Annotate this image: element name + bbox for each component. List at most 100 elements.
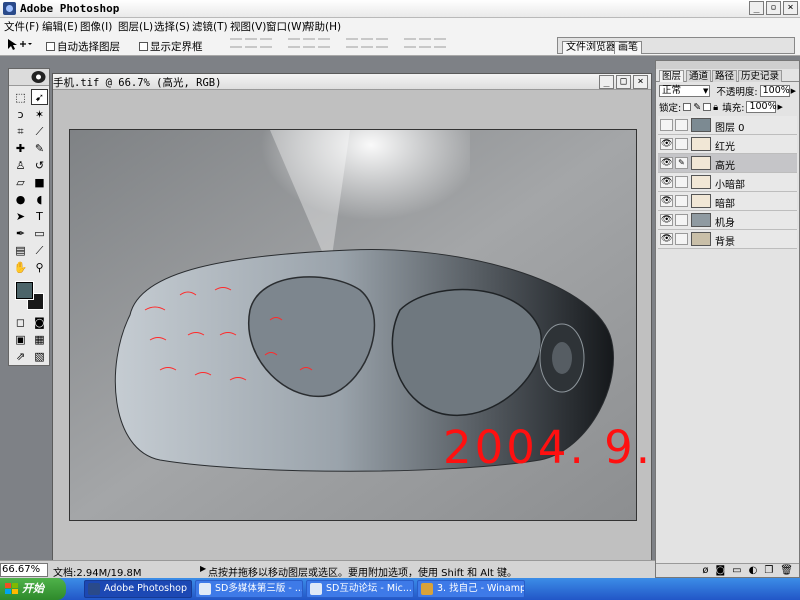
jump-to-imageready-icon[interactable]: ⇗ [12, 348, 29, 364]
imageready-icon[interactable]: ▧ [31, 348, 48, 364]
minimize-button[interactable]: _ [749, 1, 764, 15]
clone-stamp-tool-icon[interactable]: ♙ [12, 157, 29, 173]
layer-row[interactable]: 👁︎ 小暗部 [658, 173, 797, 192]
lock-all-icon[interactable]: 🔒︎ [713, 102, 718, 113]
distribute-top-icon[interactable] [346, 38, 358, 48]
restore-button[interactable]: ▫ [766, 1, 781, 15]
app-title-bar[interactable]: Adobe Photoshop _ ▫ × [0, 0, 800, 18]
taskbar-item-browser-1[interactable]: SD多媒体第三版 - ... [195, 580, 303, 598]
lock-image-icon[interactable]: ✎ [693, 102, 701, 113]
doc-maximize-button[interactable]: □ [616, 75, 631, 89]
trash-icon[interactable]: 🗑︎ [780, 564, 793, 577]
menu-help[interactable]: 帮助(H) [304, 19, 341, 34]
brush-tool-icon[interactable]: ✎ [31, 140, 48, 156]
dodge-tool-icon[interactable]: ◖ [31, 191, 48, 207]
adobe-eye-icon[interactable] [31, 70, 46, 84]
pen-tool-icon[interactable]: ✒ [12, 225, 29, 241]
lasso-tool-icon[interactable]: ↄ [12, 106, 29, 122]
opacity-input[interactable]: 100% [759, 85, 790, 97]
visibility-toggle[interactable] [660, 119, 673, 131]
align-left-icon[interactable] [288, 38, 300, 48]
layers-panel-header[interactable] [656, 61, 799, 69]
start-button[interactable]: 开始 [0, 578, 66, 600]
eye-icon[interactable]: 👁︎ [660, 214, 673, 226]
taskbar-item-photoshop[interactable]: Adobe Photoshop [84, 580, 192, 598]
menu-image[interactable]: 图像(I) [80, 19, 112, 34]
toolbox-header[interactable] [9, 69, 49, 86]
eye-icon[interactable]: 👁︎ [660, 195, 673, 207]
screen-mode-icon[interactable]: ▣ [12, 331, 29, 347]
layer-link-toggle[interactable] [675, 214, 688, 226]
fill-input[interactable]: 100% [746, 101, 777, 113]
align-top-icon[interactable] [230, 38, 242, 48]
zoom-tool-icon[interactable]: ⚲ [31, 259, 48, 275]
menu-edit[interactable]: 编辑(E) [42, 19, 78, 34]
path-selection-tool-icon[interactable]: ➤ [12, 208, 29, 224]
healing-brush-tool-icon[interactable]: ✚ [12, 140, 29, 156]
align-right-icon[interactable] [318, 38, 330, 48]
menu-select[interactable]: 选择(S) [154, 19, 190, 34]
distribute-center-icon[interactable] [419, 38, 431, 48]
chevron-right-icon[interactable]: ▶ [791, 87, 796, 95]
foreground-color-swatch[interactable] [15, 281, 34, 300]
show-bounding-box-checkbox[interactable]: 显示定界框 [139, 39, 203, 54]
standard-mode-icon[interactable]: ◻ [12, 314, 29, 330]
layer-link-toggle[interactable] [675, 233, 688, 245]
tab-paths[interactable]: 路径 [712, 70, 738, 82]
blur-tool-icon[interactable]: ● [12, 191, 29, 207]
layer-style-icon[interactable]: ø [702, 564, 708, 577]
distribute-right-icon[interactable] [434, 38, 446, 48]
layer-set-icon[interactable]: ▭ [732, 564, 741, 577]
doc-close-button[interactable]: × [633, 75, 648, 89]
eye-icon[interactable]: 👁︎ [660, 176, 673, 188]
align-bottom-icon[interactable] [260, 38, 272, 48]
move-tool-icon[interactable]: ➹ [31, 89, 48, 105]
distribute-middle-icon[interactable] [361, 38, 373, 48]
adjustment-layer-icon[interactable]: ◐ [749, 564, 758, 577]
slice-tool-icon[interactable]: ⟋ [31, 123, 48, 139]
layer-row[interactable]: 图层 0 [658, 116, 797, 135]
align-center-icon[interactable] [303, 38, 315, 48]
distribute-left-icon[interactable] [404, 38, 416, 48]
menu-file[interactable]: 文件(F) [4, 19, 39, 34]
layer-row[interactable]: 👁︎ 背景 [658, 230, 797, 249]
eye-icon[interactable]: 👁︎ [660, 157, 673, 169]
document-title-bar[interactable]: 手机.tif @ 66.7% (高光, RGB) _ □ × [53, 74, 651, 90]
layer-link-toggle[interactable] [675, 195, 688, 207]
type-tool-icon[interactable]: T [31, 208, 48, 224]
layer-link-toggle[interactable] [675, 138, 688, 150]
full-screen-mode-icon[interactable]: ▦ [31, 331, 48, 347]
notes-tool-icon[interactable]: ▤ [12, 242, 29, 258]
crop-tool-icon[interactable]: ⌗ [12, 123, 29, 139]
eraser-tool-icon[interactable]: ▱ [12, 174, 29, 190]
layer-row[interactable]: 👁︎ 红光 [658, 135, 797, 154]
lock-transparent-checkbox[interactable] [683, 103, 692, 111]
layer-mask-icon[interactable]: ◙ [715, 564, 725, 577]
doc-size-info[interactable]: 文档:2.94M/19.8M [53, 564, 142, 579]
eyedropper-tool-icon[interactable]: ⟋ [31, 242, 48, 258]
layer-link-toggle[interactable] [675, 119, 688, 131]
distribute-bottom-icon[interactable] [376, 38, 388, 48]
close-button[interactable]: × [783, 1, 798, 15]
taskbar-item-browser-2[interactable]: SD互动论坛 - Mic... [306, 580, 414, 598]
tab-history[interactable]: 历史记录 [738, 70, 783, 82]
eye-icon[interactable]: 👁︎ [660, 138, 673, 150]
taskbar-item-winamp[interactable]: 3. 找自己 - Winamp [417, 580, 525, 598]
layer-link-toggle[interactable] [675, 176, 688, 188]
menu-view[interactable]: 视图(V) [230, 19, 266, 34]
align-middle-icon[interactable] [245, 38, 257, 48]
marquee-tool-icon[interactable]: ⬚ [12, 89, 29, 105]
new-layer-icon[interactable]: ❐ [764, 564, 773, 577]
eye-icon[interactable]: 👁︎ [660, 233, 673, 245]
menu-filter[interactable]: 滤镜(T) [192, 19, 228, 34]
layer-row-active[interactable]: 👁︎ ✎ 高光 [658, 154, 797, 173]
doc-minimize-button[interactable]: _ [599, 75, 614, 89]
chevron-right-icon[interactable]: ▶ [777, 103, 782, 111]
lock-position-checkbox[interactable] [703, 103, 712, 111]
layer-row[interactable]: 👁︎ 机身 [658, 211, 797, 230]
blend-mode-select[interactable]: 正常 ▼ [659, 85, 711, 97]
move-tool-icon[interactable] [6, 38, 32, 51]
gradient-tool-icon[interactable]: ■ [31, 174, 48, 190]
magic-wand-tool-icon[interactable]: ✶ [31, 106, 48, 122]
palette-tab-brushes[interactable]: 画笔 [614, 41, 642, 54]
